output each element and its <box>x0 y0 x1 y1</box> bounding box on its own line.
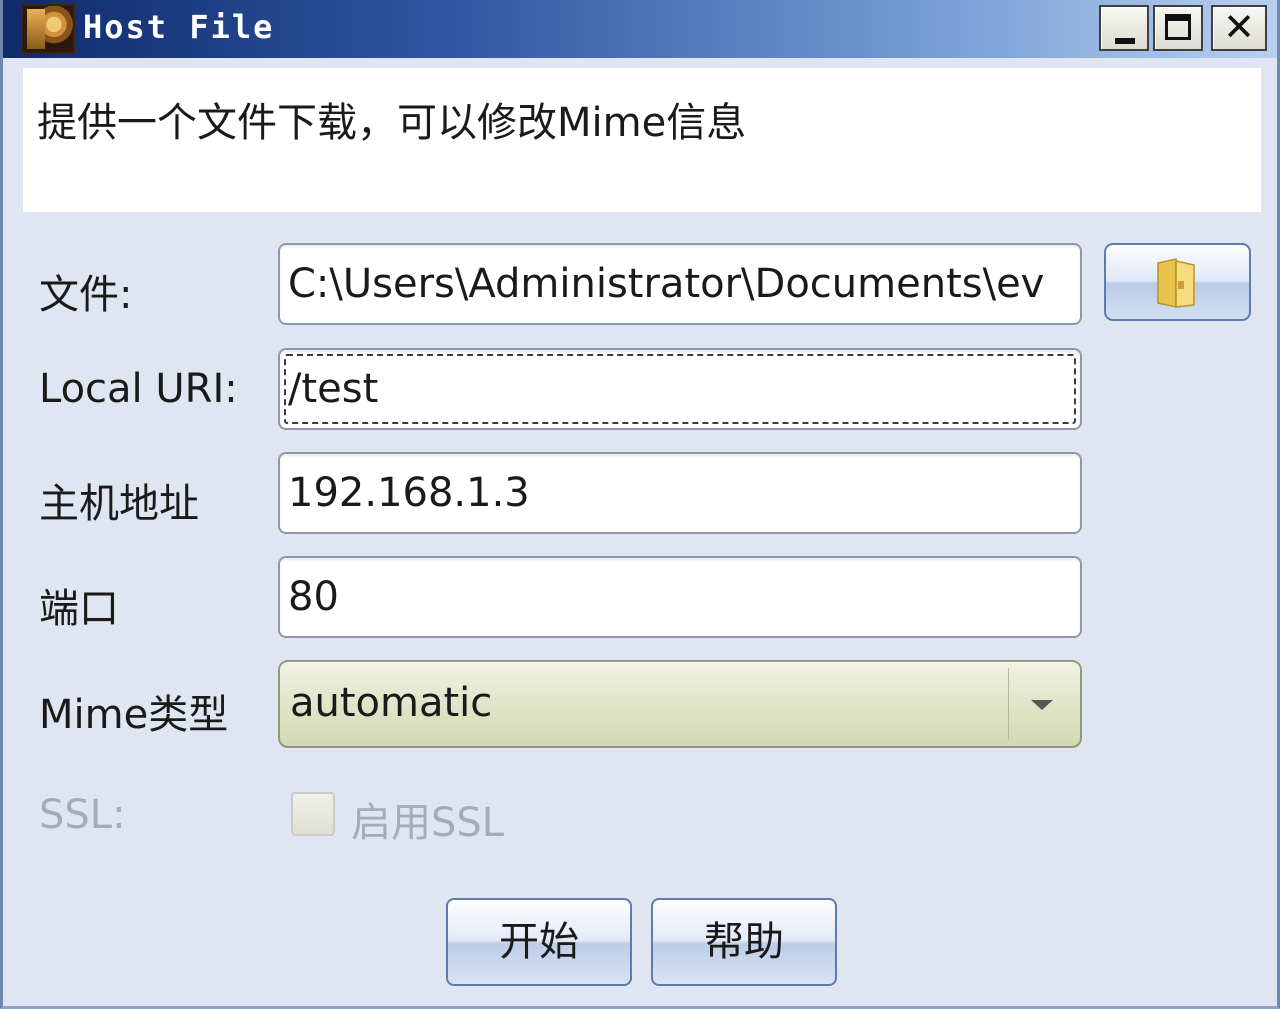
file-path-input[interactable] <box>280 245 1080 323</box>
host-field[interactable] <box>278 452 1082 534</box>
title-bar[interactable]: Host File ✕ <box>3 0 1277 58</box>
local-uri-label: Local URI: <box>39 366 238 412</box>
file-path-field[interactable] <box>278 243 1082 325</box>
folder-icon <box>1157 258 1195 308</box>
maximize-icon <box>1165 14 1191 40</box>
start-button[interactable]: 开始 <box>446 898 632 986</box>
description-text: 提供一个文件下载，可以修改Mime信息 <box>37 100 747 146</box>
maximize-button[interactable] <box>1153 5 1203 51</box>
mime-label: Mime类型 <box>39 692 229 738</box>
close-icon: ✕ <box>1223 5 1255 49</box>
host-label: 主机地址 <box>39 481 199 527</box>
window-title: Host File <box>83 8 275 46</box>
mime-type-value: automatic <box>290 680 493 726</box>
chevron-down-icon[interactable] <box>1008 668 1072 740</box>
file-label: 文件: <box>39 272 133 318</box>
port-label: 端口 <box>39 586 119 632</box>
close-button[interactable]: ✕ <box>1211 5 1267 51</box>
ssl-checkbox[interactable] <box>291 792 335 836</box>
host-input[interactable] <box>280 454 1080 532</box>
browse-button[interactable] <box>1104 243 1251 321</box>
ssl-label: SSL: <box>39 792 126 838</box>
port-field[interactable] <box>278 556 1082 638</box>
ssl-checkbox-label: 启用SSL <box>351 800 505 846</box>
local-uri-input[interactable] <box>280 350 1080 428</box>
minimize-icon <box>1115 38 1135 44</box>
minimize-button[interactable] <box>1099 5 1149 51</box>
mime-type-select[interactable]: automatic <box>278 660 1082 748</box>
port-input[interactable] <box>280 558 1080 636</box>
help-button[interactable]: 帮助 <box>651 898 837 986</box>
local-uri-field[interactable] <box>278 348 1082 430</box>
host-file-window: Host File ✕ 提供一个文件下载，可以修改Mime信息 文件: Loca… <box>0 0 1280 1009</box>
description-panel: 提供一个文件下载，可以修改Mime信息 <box>23 68 1261 212</box>
app-icon[interactable] <box>21 4 75 54</box>
